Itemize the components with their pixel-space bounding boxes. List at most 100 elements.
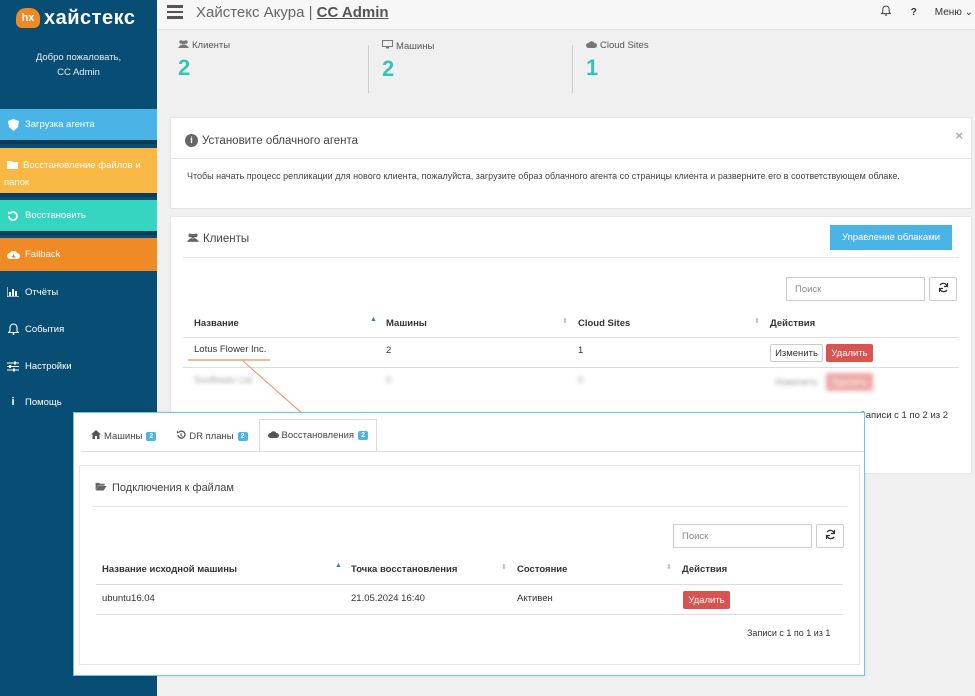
sort-icon[interactable]: ⬍ — [562, 317, 568, 325]
stat-value: 1 — [586, 55, 599, 80]
sidebar-item-label: Восстановить — [25, 210, 86, 221]
file-search-input[interactable]: Поиск — [673, 524, 812, 548]
menu-button[interactable]: Меню ⌄ — [935, 7, 973, 18]
state: Активен — [517, 593, 553, 604]
column-header-source-machine[interactable]: Название исходной машины — [102, 564, 237, 575]
column-header-actions: Действия — [770, 318, 816, 329]
clients-search-input[interactable]: Поиск — [786, 277, 925, 301]
sidebar-item-failback[interactable]: Failback — [0, 238, 157, 271]
column-header-machines[interactable]: Машины — [386, 318, 427, 329]
column-header-restore-point[interactable]: Точка восстановления — [351, 564, 457, 575]
bar-chart-icon — [6, 285, 20, 299]
divider — [92, 506, 847, 507]
edit-button[interactable]: Изменить — [770, 344, 823, 362]
stat-machines[interactable]: Машины 2 — [382, 40, 434, 82]
sidebar-item-settings[interactable]: Настройки — [0, 356, 157, 376]
stat-label: Машины — [396, 40, 435, 52]
divider — [183, 257, 959, 258]
page-title: Хайстекс Акура | CC Admin — [196, 4, 389, 21]
welcome-block: Добро пожаловать, CC Admin — [0, 50, 157, 80]
client-sites: 1 — [578, 345, 584, 356]
tab-machines[interactable]: Машины 2 — [82, 420, 165, 452]
agent-install-panel: i Установите облачного агента × Чтобы на… — [170, 117, 972, 209]
detail-zoom-panel: Машины 2 DR планы 2 Восстановления 2 Подклю… — [73, 412, 865, 676]
sort-icon[interactable]: ⬍ — [754, 317, 760, 325]
delete-button[interactable]: Удалить — [826, 373, 873, 391]
chevron-down-icon: ⌄ — [964, 6, 973, 18]
manage-clouds-button[interactable]: Управление облаками — [830, 225, 952, 250]
welcome-text: Добро пожаловать, — [35, 52, 122, 63]
divider — [572, 45, 573, 93]
sidebar-item-reports[interactable]: Отчёты — [0, 282, 157, 302]
refresh-icon — [825, 529, 836, 543]
divider — [96, 584, 843, 585]
top-bar: Хайстекс Акура | CC Admin ? Меню ⌄ — [157, 0, 975, 30]
column-header-cloud-sites[interactable]: Cloud Sites — [578, 318, 630, 329]
info-icon: i — [11, 396, 15, 408]
user-name: CC Admin — [57, 67, 100, 78]
sidebar-item-label: Восстановление файлов и папок — [4, 160, 141, 188]
refresh-icon — [938, 282, 949, 296]
column-header-actions: Действия — [682, 564, 728, 575]
sidebar-item-help[interactable]: i Помощь — [0, 392, 157, 412]
panel-text: Чтобы начать процесс репликации для ново… — [187, 171, 900, 181]
shield-icon — [6, 118, 20, 132]
stat-label: Клиенты — [192, 40, 231, 51]
client-machines: 0 — [386, 375, 392, 386]
hamburger-menu-icon[interactable] — [167, 5, 183, 19]
tab-dr-plans[interactable]: DR планы 2 — [167, 420, 256, 452]
bell-icon[interactable] — [879, 5, 892, 19]
help-button[interactable]: ? — [911, 7, 917, 18]
logo[interactable]: hx хайстекс — [16, 6, 135, 30]
restore-icon — [6, 209, 20, 223]
panel-title: i Установите облачного агента — [185, 134, 358, 147]
panel-title: Подключения к файлам — [95, 482, 234, 494]
history-icon — [176, 430, 189, 443]
client-name-link[interactable]: Lotus Flower Inc. — [194, 344, 266, 355]
divider — [183, 337, 959, 338]
sort-asc-icon[interactable]: ▲ — [335, 562, 342, 569]
sidebar-item-events[interactable]: События — [0, 319, 157, 339]
refresh-button[interactable] — [929, 277, 957, 301]
client-name-link[interactable]: Sunflower Ltd — [194, 375, 252, 386]
divider — [183, 367, 959, 368]
file-connections-panel: Подключения к файлам Поиск Название исхо… — [79, 465, 860, 665]
sort-icon[interactable]: ⬍ — [501, 563, 507, 571]
delete-button[interactable]: Удалить — [683, 591, 730, 609]
restore-point: 21.05.2024 16:40 — [351, 593, 425, 604]
cloud-icon — [586, 40, 600, 51]
divider — [171, 158, 971, 159]
stat-value: 2 — [382, 56, 395, 81]
tab-badge: 2 — [358, 431, 368, 440]
sidebar-item-file-recovery[interactable]: Восстановление файлов и папок — [0, 148, 157, 197]
sort-asc-icon[interactable]: ▲ — [370, 316, 377, 323]
divider — [96, 614, 843, 615]
refresh-button[interactable] — [816, 524, 844, 548]
home-icon — [91, 430, 104, 442]
sidebar-item-restore[interactable]: Восстановить — [0, 200, 157, 235]
close-icon[interactable]: × — [955, 128, 963, 143]
client-sites: 0 — [578, 375, 584, 386]
bell-icon — [6, 322, 20, 336]
page-title-user[interactable]: CC Admin — [317, 4, 389, 21]
sidebar-item-agent-download[interactable]: Загрузка агента — [0, 109, 157, 144]
sidebar-item-label: Загрузка агента — [25, 119, 95, 130]
logo-badge: hx — [16, 8, 40, 28]
column-header-state[interactable]: Состояние — [517, 564, 567, 575]
client-machines: 2 — [386, 345, 392, 356]
stat-clients[interactable]: Клиенты 2 — [178, 40, 230, 81]
source-machine: ubuntu16.04 — [102, 593, 155, 604]
edit-button[interactable]: Изменить — [770, 373, 823, 391]
table-footer-info: Записи с 1 по 1 из 1 — [747, 628, 831, 638]
logo-text: хайстекс — [44, 6, 136, 29]
folder-open-icon — [95, 482, 112, 494]
divider — [82, 451, 864, 452]
folder-open-icon — [6, 158, 20, 172]
tab-recoveries[interactable]: Восстановления 2 — [258, 419, 377, 452]
delete-button[interactable]: Удалить — [826, 344, 873, 362]
tab-badge: 2 — [146, 431, 157, 441]
stat-cloud-sites[interactable]: Cloud Sites 1 — [586, 40, 649, 81]
sidebar-item-label: Настройки — [25, 360, 72, 372]
sort-icon[interactable]: ⬍ — [666, 563, 672, 571]
column-header-name[interactable]: Название — [194, 318, 239, 329]
